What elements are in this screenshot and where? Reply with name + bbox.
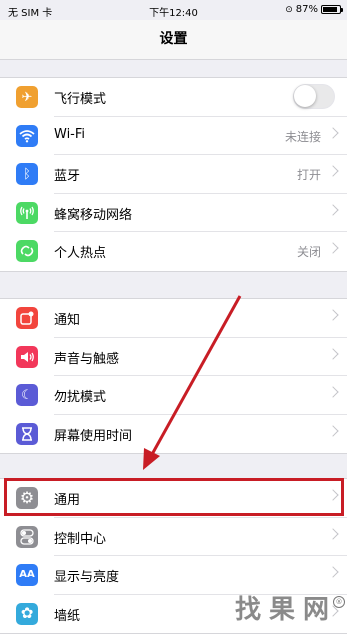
chevron-right-icon xyxy=(327,527,339,540)
battery-icon xyxy=(321,5,343,14)
wifi-icon xyxy=(16,124,38,147)
settings-row-screen-time[interactable]: 屏幕使用时间 xyxy=(0,415,347,454)
row-label: 声音与触感 xyxy=(54,351,120,367)
settings-row-cellular[interactable]: 蜂窝移动网络 xyxy=(0,194,347,233)
settings-row-control-center[interactable]: 控制中心 xyxy=(0,518,347,557)
highlight-box-general xyxy=(4,478,344,516)
flower-icon: ✿ xyxy=(16,602,38,625)
chevron-right-icon xyxy=(327,165,339,177)
chevron-right-icon xyxy=(327,386,339,398)
settings-row-wifi[interactable]: Wi-Fi 未连接 xyxy=(0,117,347,156)
row-label: 墙纸 xyxy=(54,608,81,624)
chevron-right-icon xyxy=(327,347,339,360)
settings-row-hotspot[interactable]: 个人热点 关闭 xyxy=(0,232,347,271)
chevron-right-icon xyxy=(327,566,339,578)
airplane-mode-toggle[interactable] xyxy=(293,84,335,109)
row-label: 屏幕使用时间 xyxy=(54,428,133,444)
moon-icon: ☾ xyxy=(16,384,38,406)
row-label: 个人热点 xyxy=(54,246,107,261)
airplane-icon: ✈ xyxy=(16,86,38,108)
chevron-right-icon xyxy=(327,126,339,139)
status-bar: 无 SIM 卡 下午12:40 ⊙ 87% xyxy=(0,0,347,20)
hotspot-link-icon xyxy=(16,240,38,262)
row-label: 飞行模式 xyxy=(54,92,107,107)
row-value: 未连接 xyxy=(284,129,321,144)
row-label: 控制中心 xyxy=(54,531,107,547)
antenna-icon xyxy=(16,201,38,224)
row-label: 勿扰模式 xyxy=(54,390,107,405)
row-label: 显示与亮度 xyxy=(54,570,120,585)
text-size-icon: AA xyxy=(16,564,38,586)
row-label: 蓝牙 xyxy=(54,169,81,184)
status-right: ⊙ 87% xyxy=(285,4,343,15)
chevron-right-icon xyxy=(327,309,339,321)
battery-fill xyxy=(323,7,337,12)
row-label: 通知 xyxy=(54,313,81,328)
settings-row-sounds[interactable]: 声音与触感 xyxy=(0,338,347,377)
battery-percent: 87% xyxy=(295,4,318,15)
notification-icon xyxy=(16,307,38,329)
settings-group-notifications: 通知 声音与触感 ☾ 勿扰模式 屏幕使用时间 xyxy=(0,298,347,454)
row-value: 打开 xyxy=(296,168,321,182)
settings-row-airplane-mode[interactable]: ✈ 飞行模式 xyxy=(0,78,347,117)
settings-row-notifications[interactable]: 通知 xyxy=(0,299,347,338)
nav-bar: 设置 xyxy=(0,20,347,60)
speaker-icon xyxy=(16,345,38,368)
chevron-right-icon xyxy=(327,203,339,216)
row-label: Wi-Fi xyxy=(54,126,86,142)
row-value: 关闭 xyxy=(296,245,321,259)
rotation-lock-icon: ⊙ xyxy=(285,4,293,15)
page-title: 设置 xyxy=(159,31,188,47)
settings-row-bluetooth[interactable]: ᛒ 蓝牙 打开 xyxy=(0,155,347,194)
registered-mark-icon: ® xyxy=(333,596,345,608)
bluetooth-icon: ᛒ xyxy=(16,163,38,185)
hourglass-icon xyxy=(16,422,38,445)
chevron-right-icon xyxy=(327,424,339,437)
row-label: 蜂窝移动网络 xyxy=(54,207,133,223)
settings-row-do-not-disturb[interactable]: ☾ 勿扰模式 xyxy=(0,376,347,415)
settings-group-connectivity: ✈ 飞行模式 Wi-Fi 未连接 ᛒ 蓝牙 打开 蜂窝移动网络 个人热点 关闭 xyxy=(0,77,347,272)
toggles-icon xyxy=(16,525,38,548)
toggle-knob xyxy=(294,85,316,107)
chevron-right-icon xyxy=(327,242,339,254)
watermark: 找果网 xyxy=(234,595,337,625)
